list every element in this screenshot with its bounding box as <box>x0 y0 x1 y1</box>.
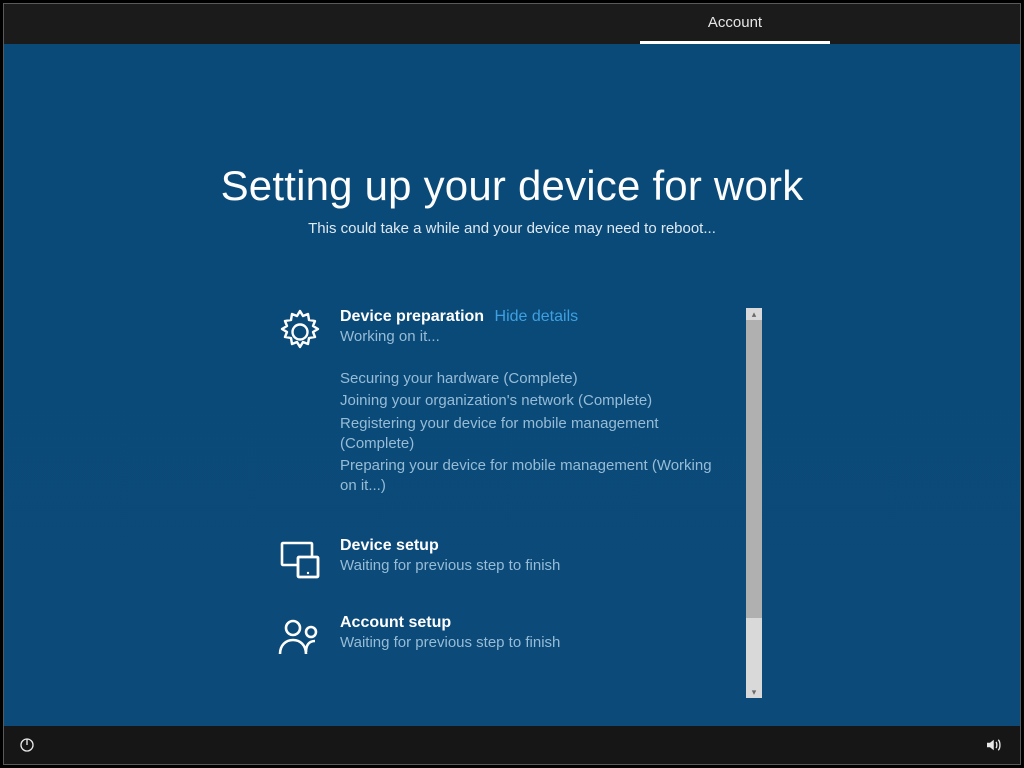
scrollbar-thumb[interactable] <box>746 320 762 618</box>
page-subtitle: This could take a while and your device … <box>4 220 1020 237</box>
section-status: Waiting for previous step to finish <box>340 634 732 651</box>
bottombar <box>4 726 1020 764</box>
section-header: Device setup <box>340 537 732 555</box>
detail-line: Preparing your device for mobile managem… <box>340 456 732 497</box>
detail-line: Joining your organization's network (Com… <box>340 391 732 411</box>
hide-details-link[interactable]: Hide details <box>495 308 579 325</box>
section-status: Working on it... <box>340 328 732 345</box>
section-device-setup: Device setup Waiting for previous step t… <box>276 537 732 574</box>
section-account-setup: Account setup Waiting for previous step … <box>276 614 732 651</box>
section-title: Device preparation <box>340 308 484 325</box>
section-header: Account setup <box>340 614 732 632</box>
section-status: Waiting for previous step to finish <box>340 557 732 574</box>
topbar: Account <box>4 4 1020 44</box>
volume-icon[interactable] <box>974 726 1012 764</box>
scroll-up-arrow-icon[interactable]: ▴ <box>746 308 762 320</box>
people-icon <box>276 614 324 662</box>
section-header: Device preparation Hide details <box>340 308 732 326</box>
section-title: Device setup <box>340 537 439 554</box>
page-title: Setting up your device for work <box>4 162 1020 210</box>
tab-account[interactable]: Account <box>640 4 830 44</box>
devices-icon <box>276 537 324 585</box>
setup-steps-region: Device preparation Hide details Working … <box>276 308 762 698</box>
scroll-down-arrow-icon[interactable]: ▾ <box>746 686 762 698</box>
main-content: Setting up your device for work This cou… <box>4 44 1020 726</box>
detail-line: Registering your device for mobile manag… <box>340 414 732 455</box>
section-details: Securing your hardware (Complete) Joinin… <box>340 369 732 497</box>
gear-icon <box>276 308 324 356</box>
section-device-preparation: Device preparation Hide details Working … <box>276 308 732 497</box>
tab-label: Account <box>708 14 762 31</box>
power-icon[interactable] <box>8 726 46 764</box>
scrollbar[interactable]: ▴ ▾ <box>746 308 762 698</box>
section-title: Account setup <box>340 614 451 631</box>
detail-line: Securing your hardware (Complete) <box>340 369 732 389</box>
